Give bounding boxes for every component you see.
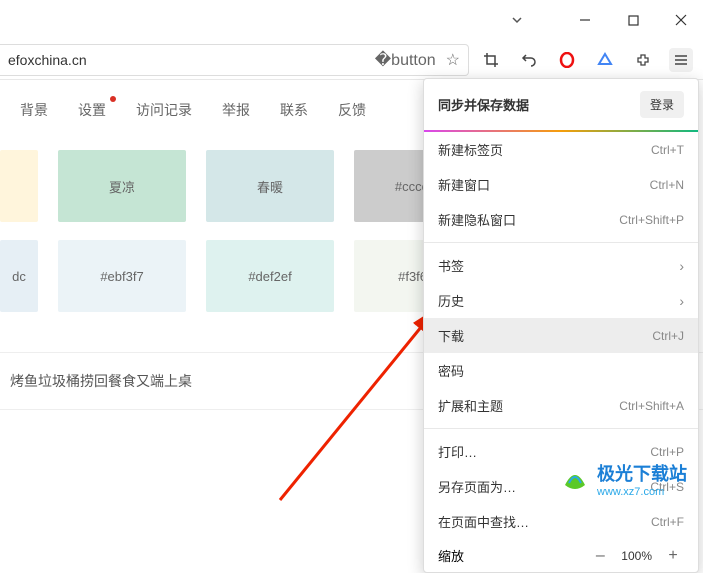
- swatch[interactable]: dc: [0, 240, 38, 312]
- menu-header: 同步并保存数据 登录: [424, 79, 698, 132]
- toolbar: [469, 48, 703, 72]
- chevron-right-icon: ›: [679, 293, 684, 309]
- minimize-button[interactable]: [571, 6, 599, 34]
- maximize-button[interactable]: [619, 6, 647, 34]
- notification-dot-icon: [110, 96, 116, 102]
- tab-dropdown-icon[interactable]: [503, 6, 531, 34]
- bookmark-star-icon[interactable]: ☆: [446, 50, 460, 70]
- hamburger-menu-icon[interactable]: [669, 48, 693, 72]
- undo-icon[interactable]: [517, 48, 541, 72]
- menu-history[interactable]: 历史›: [424, 283, 698, 318]
- sync-label: 同步并保存数据: [438, 95, 529, 114]
- tab-background[interactable]: 背景: [20, 100, 48, 120]
- extensions-icon[interactable]: [631, 48, 655, 72]
- menu-extensions[interactable]: 扩展和主题Ctrl+Shift+A: [424, 388, 698, 423]
- chevron-right-icon: ›: [679, 258, 684, 274]
- menu-zoom: 缩放 – 100% +: [424, 539, 698, 572]
- menu-bookmarks[interactable]: 书签›: [424, 248, 698, 283]
- swatch[interactable]: #ebf3f7: [58, 240, 186, 312]
- zoom-in-button[interactable]: +: [662, 547, 684, 565]
- swatch[interactable]: 春暖: [206, 150, 334, 222]
- close-button[interactable]: [667, 6, 695, 34]
- menu-new-private[interactable]: 新建隐私窗口Ctrl+Shift+P: [424, 202, 698, 237]
- crop-icon[interactable]: [479, 48, 503, 72]
- swatch[interactable]: 夏凉: [58, 150, 186, 222]
- menu-new-tab[interactable]: 新建标签页Ctrl+T: [424, 132, 698, 167]
- app-menu: 同步并保存数据 登录 新建标签页Ctrl+T 新建窗口Ctrl+N 新建隐私窗口…: [423, 78, 699, 573]
- menu-new-window[interactable]: 新建窗口Ctrl+N: [424, 167, 698, 202]
- separator: [424, 242, 698, 243]
- menu-downloads[interactable]: 下载Ctrl+J: [424, 318, 698, 353]
- menu-passwords[interactable]: 密码: [424, 353, 698, 388]
- drive-icon[interactable]: [593, 48, 617, 72]
- watermark-logo-icon: [559, 463, 591, 495]
- url-text: efoxchina.cn: [8, 52, 375, 68]
- tab-contact[interactable]: 联系: [280, 100, 308, 120]
- swatch[interactable]: #def2ef: [206, 240, 334, 312]
- watermark: 极光下载站 www.xz7.com: [559, 460, 687, 498]
- opera-icon[interactable]: [555, 48, 579, 72]
- separator: [424, 428, 698, 429]
- menu-find[interactable]: 在页面中查找…Ctrl+F: [424, 504, 698, 539]
- qr-icon[interactable]: �button: [375, 50, 436, 70]
- tab-settings[interactable]: 设置: [78, 100, 106, 120]
- zoom-value: 100%: [621, 549, 652, 563]
- address-bar: efoxchina.cn �button ☆: [0, 40, 703, 80]
- url-input[interactable]: efoxchina.cn �button ☆: [0, 44, 469, 76]
- tab-report[interactable]: 举报: [222, 100, 250, 120]
- tab-feedback[interactable]: 反馈: [338, 100, 366, 120]
- zoom-out-button[interactable]: –: [589, 547, 611, 565]
- login-button[interactable]: 登录: [640, 91, 684, 118]
- window-titlebar: [0, 0, 703, 40]
- tab-history[interactable]: 访问记录: [136, 100, 192, 120]
- swatch[interactable]: [0, 150, 38, 222]
